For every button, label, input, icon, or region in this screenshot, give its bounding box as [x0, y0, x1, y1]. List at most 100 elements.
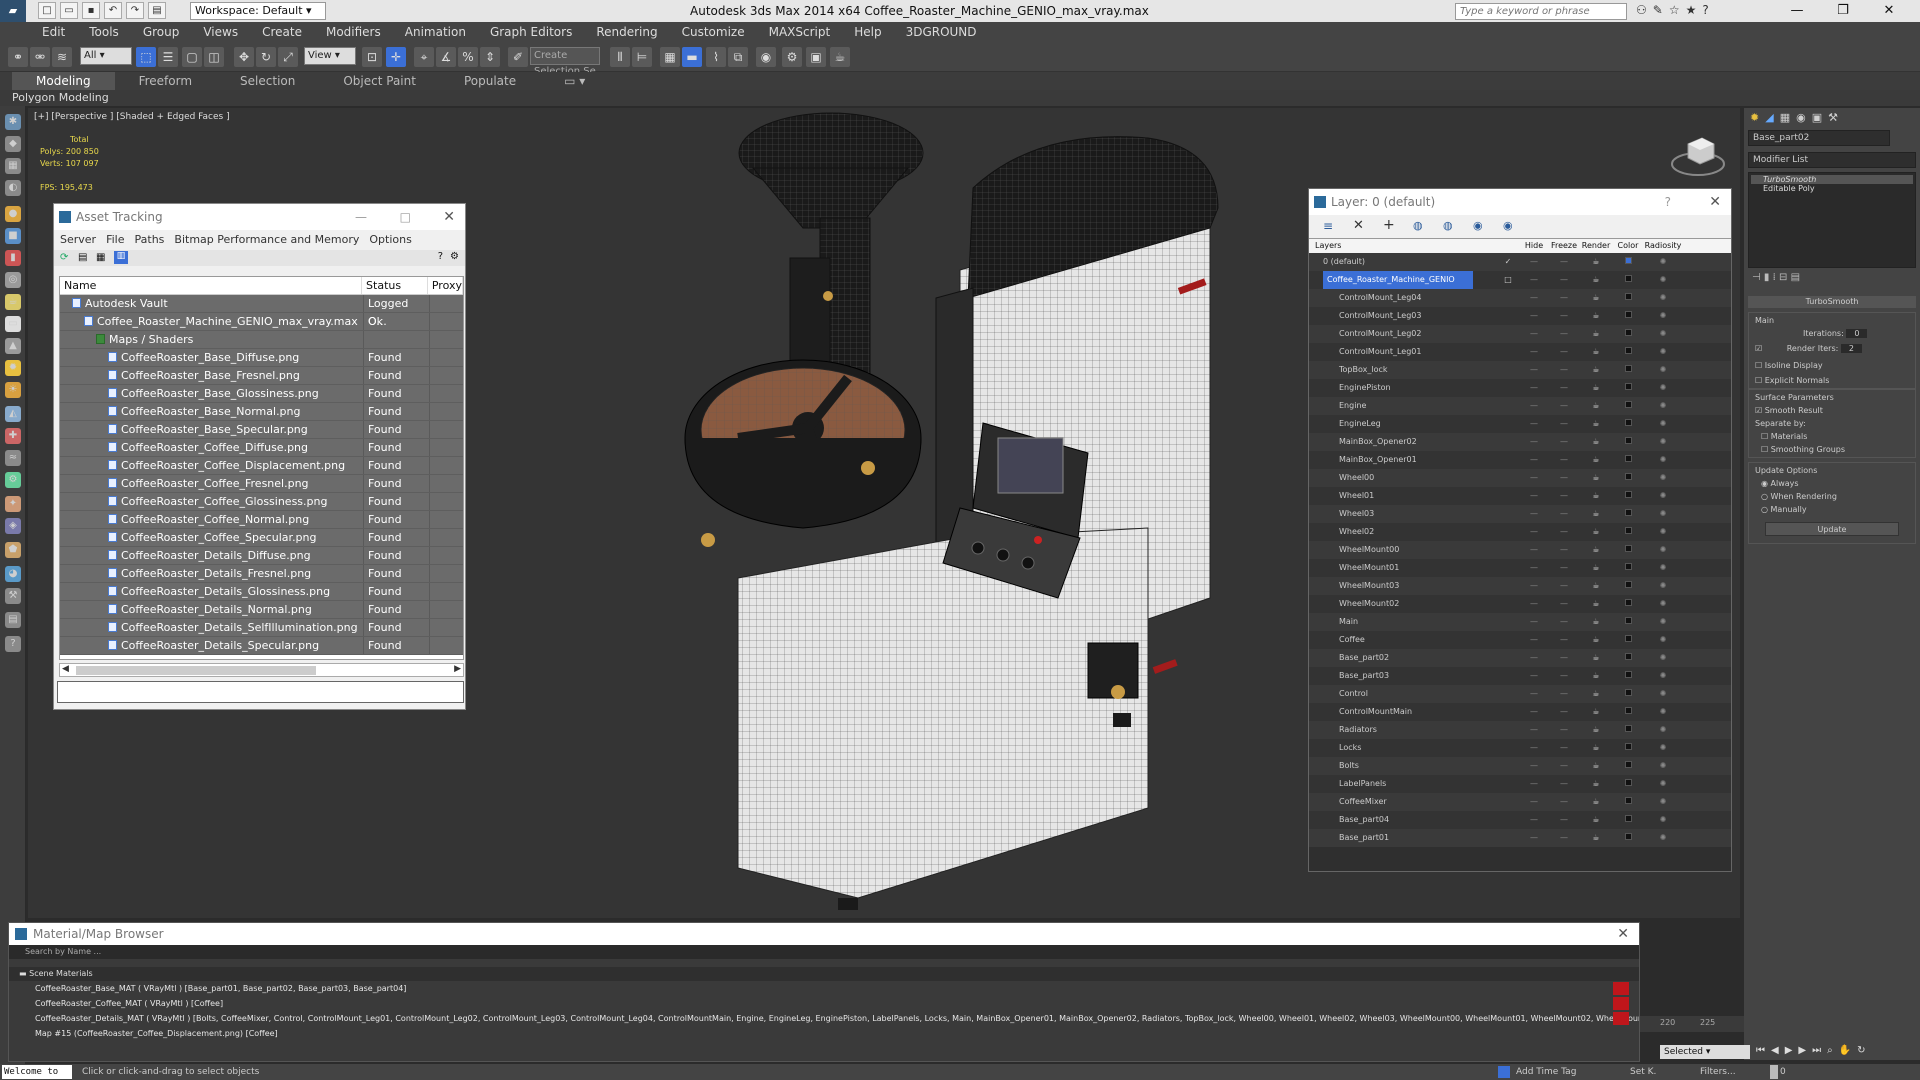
- unlink-icon[interactable]: ⚮: [30, 47, 50, 67]
- layer-row[interactable]: Engine — — ☕ ✺: [1309, 397, 1731, 415]
- radiosity-icon[interactable]: ✺: [1643, 631, 1683, 649]
- scroll-right-icon[interactable]: ▶: [454, 664, 461, 674]
- layer-color-swatch[interactable]: [1613, 523, 1643, 541]
- layer-color-swatch[interactable]: [1613, 253, 1643, 271]
- layer-color-swatch[interactable]: [1613, 343, 1643, 361]
- camera-icon[interactable]: ◭: [5, 406, 21, 422]
- render-teapot-icon[interactable]: ☕: [1579, 613, 1613, 631]
- radiosity-icon[interactable]: ✺: [1643, 307, 1683, 325]
- radiosity-icon[interactable]: ✺: [1643, 397, 1683, 415]
- col-render[interactable]: Render: [1579, 239, 1613, 253]
- menu-create[interactable]: Create: [262, 22, 302, 42]
- polygon-modeling-panel[interactable]: Polygon Modeling: [0, 90, 1920, 106]
- radiosity-icon[interactable]: ✺: [1643, 433, 1683, 451]
- radiosity-icon[interactable]: ✺: [1643, 739, 1683, 757]
- layer-current-toggle[interactable]: [1497, 613, 1519, 631]
- time-tag-icon[interactable]: [1498, 1066, 1510, 1078]
- render-teapot-icon[interactable]: ☕: [1579, 811, 1613, 829]
- layer-color-swatch[interactable]: [1613, 577, 1643, 595]
- key-mode-select[interactable]: Selected ▾: [1660, 1045, 1750, 1059]
- layer-color-swatch[interactable]: [1613, 433, 1643, 451]
- render-teapot-icon[interactable]: ☕: [1579, 289, 1613, 307]
- scroll-thumb[interactable]: [76, 666, 316, 675]
- radiosity-icon[interactable]: ✺: [1643, 523, 1683, 541]
- render-teapot-icon[interactable]: ☕: [1579, 343, 1613, 361]
- undo-icon[interactable]: ↶: [104, 2, 122, 19]
- layer-hide-toggle[interactable]: —: [1519, 793, 1549, 811]
- menu-animation[interactable]: Animation: [405, 22, 466, 42]
- layer-color-swatch[interactable]: [1613, 757, 1643, 775]
- menu-customize[interactable]: Customize: [682, 22, 745, 42]
- radiosity-icon[interactable]: ✺: [1643, 595, 1683, 613]
- helper-icon[interactable]: ✚: [5, 428, 21, 444]
- render-teapot-icon[interactable]: ☕: [1579, 559, 1613, 577]
- layer-freeze-toggle[interactable]: —: [1549, 739, 1579, 757]
- asset-row[interactable]: CoffeeRoaster_Base_Diffuse.png Found: [60, 349, 463, 367]
- layer-freeze-toggle[interactable]: —: [1549, 721, 1579, 739]
- layer-hide-toggle[interactable]: —: [1519, 523, 1549, 541]
- render-iters-spinner[interactable]: 2: [1840, 344, 1862, 353]
- motion-icon[interactable]: ◐: [5, 180, 21, 196]
- layer-current-toggle[interactable]: [1497, 379, 1519, 397]
- layer-hide-toggle[interactable]: —: [1519, 721, 1549, 739]
- add-time-tag[interactable]: Add Time Tag: [1516, 1064, 1576, 1080]
- render-teapot-icon[interactable]: ☕: [1579, 361, 1613, 379]
- tab-freeform[interactable]: Freeform: [115, 72, 216, 90]
- layer-current-toggle[interactable]: [1497, 325, 1519, 343]
- layer-hide-toggle[interactable]: —: [1519, 775, 1549, 793]
- layer-freeze-toggle[interactable]: —: [1549, 451, 1579, 469]
- display-icon[interactable]: ▤: [5, 612, 21, 628]
- layer-title-bar[interactable]: Layer: 0 (default) ? ✕: [1309, 189, 1731, 215]
- project-folder-icon[interactable]: ▤: [148, 2, 166, 19]
- layer-hide-toggle[interactable]: —: [1519, 541, 1549, 559]
- layer-manager-icon[interactable]: ▦: [660, 47, 680, 67]
- layer-freeze-toggle[interactable]: —: [1549, 469, 1579, 487]
- freeze-all-icon[interactable]: ◉: [1503, 219, 1513, 232]
- radiosity-icon[interactable]: ✺: [1643, 541, 1683, 559]
- cone-icon[interactable]: ▲: [5, 338, 21, 354]
- cylinder-icon[interactable]: ▮: [5, 250, 21, 266]
- next-frame-icon[interactable]: ▶: [1798, 1045, 1806, 1056]
- asset-menu-bitmap[interactable]: Bitmap Performance and Memory: [174, 230, 359, 250]
- workspace-select[interactable]: Workspace: Default ▾: [190, 2, 326, 20]
- layer-row[interactable]: Main — — ☕ ✺: [1309, 613, 1731, 631]
- layer-color-swatch[interactable]: [1613, 289, 1643, 307]
- layer-hide-toggle[interactable]: —: [1519, 703, 1549, 721]
- asset-help-icon[interactable]: ?: [438, 251, 443, 262]
- utilities-icon[interactable]: ⚒: [5, 588, 21, 604]
- layer-row[interactable]: Locks — — ☕ ✺: [1309, 739, 1731, 757]
- layer-freeze-toggle[interactable]: —: [1549, 775, 1579, 793]
- configure-sets-icon[interactable]: ▤: [1791, 272, 1800, 283]
- menu-rendering[interactable]: Rendering: [596, 22, 657, 42]
- radiosity-icon[interactable]: ✺: [1643, 289, 1683, 307]
- radiosity-icon[interactable]: ✺: [1643, 415, 1683, 433]
- asset-row[interactable]: Autodesk Vault Logged O...: [60, 295, 463, 328]
- render-teapot-icon[interactable]: ☕: [1579, 379, 1613, 397]
- layer-row[interactable]: Coffee_Roaster_Machine_GENIO □ — — ☕ ✺: [1309, 271, 1731, 289]
- layer-row[interactable]: EngineLeg — — ☕ ✺: [1309, 415, 1731, 433]
- render-teapot-icon[interactable]: ☕: [1579, 631, 1613, 649]
- radiosity-icon[interactable]: ✺: [1643, 667, 1683, 685]
- layer-color-swatch[interactable]: [1613, 613, 1643, 631]
- render-teapot-icon[interactable]: ☕: [1579, 829, 1613, 847]
- ribbon-options-icon[interactable]: ▭ ▾: [540, 72, 609, 90]
- asset-row[interactable]: CoffeeRoaster_Details_Diffuse.png Found: [60, 547, 463, 565]
- asset-path-field[interactable]: [57, 681, 464, 703]
- layer-row[interactable]: MainBox_Opener02— — ☕ ✺: [1309, 433, 1731, 451]
- col-hide[interactable]: Hide: [1519, 239, 1549, 253]
- edit-named-sel-icon[interactable]: ✐: [508, 47, 528, 67]
- material-row[interactable]: CoffeeRoaster_Coffee_MAT ( VRayMtl ) [Co…: [9, 996, 1639, 1011]
- asset-settings-icon[interactable]: ⚙: [450, 251, 459, 262]
- viewcube-icon[interactable]: [1670, 134, 1726, 178]
- layer-current-toggle[interactable]: [1497, 649, 1519, 667]
- list-view-icon[interactable]: ▤: [78, 252, 87, 263]
- layer-color-swatch[interactable]: [1613, 469, 1643, 487]
- link-icon[interactable]: ⚭: [8, 47, 28, 67]
- layer-freeze-toggle[interactable]: —: [1549, 685, 1579, 703]
- frame-number[interactable]: 0: [1780, 1064, 1786, 1080]
- asset-row[interactable]: Maps / Shaders: [60, 331, 463, 349]
- layer-color-swatch[interactable]: [1613, 559, 1643, 577]
- render-teapot-icon[interactable]: ☕: [1579, 739, 1613, 757]
- layer-current-toggle[interactable]: [1497, 811, 1519, 829]
- layer-current-toggle[interactable]: [1497, 577, 1519, 595]
